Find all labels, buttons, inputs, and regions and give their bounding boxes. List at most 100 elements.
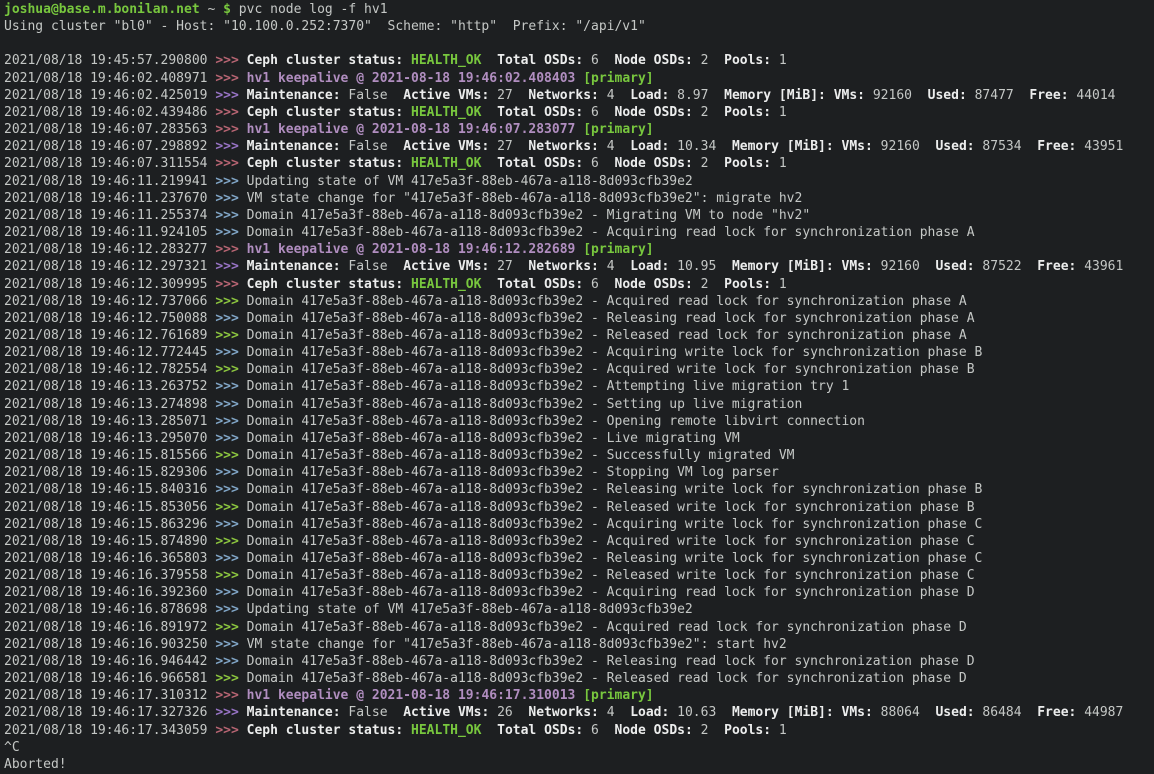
log-text: Node OSDs: bbox=[615, 105, 693, 120]
log-text: Load: bbox=[630, 88, 669, 103]
timestamp: 2021/08/18 19:46:16.365803 bbox=[4, 551, 215, 566]
marker-blue-icon: >>> bbox=[215, 431, 246, 446]
marker-blue-icon: >>> bbox=[215, 414, 246, 429]
log-text: Domain 417e5a3f-88eb-467a-a118-8d093cfb3… bbox=[247, 379, 850, 394]
log-text: Free: bbox=[1029, 88, 1068, 103]
log-text bbox=[403, 723, 411, 738]
timestamp: 2021/08/18 19:46:16.392360 bbox=[4, 585, 215, 600]
log-text: HEALTH_OK bbox=[411, 277, 481, 292]
log-text: Maintenance: bbox=[247, 139, 341, 154]
log-text: Maintenance: bbox=[247, 705, 341, 720]
log-line: 2021/08/18 19:46:07.311554 >>> Ceph clus… bbox=[4, 155, 1154, 172]
timestamp: 2021/08/18 19:46:16.903250 bbox=[4, 637, 215, 652]
log-line: 2021/08/18 19:46:11.219941 >>> Updating … bbox=[4, 173, 1154, 190]
log-line: 2021/08/18 19:46:13.263752 >>> Domain 41… bbox=[4, 378, 1154, 395]
timestamp: 2021/08/18 19:46:16.379558 bbox=[4, 568, 215, 583]
log-text: Total OSDs: bbox=[497, 277, 583, 292]
log-text: 6 bbox=[583, 277, 614, 292]
log-text: 10.63 bbox=[669, 705, 732, 720]
log-line: 2021/08/18 19:46:13.274898 >>> Domain 41… bbox=[4, 396, 1154, 413]
timestamp: 2021/08/18 19:46:13.295070 bbox=[4, 431, 215, 446]
log-text: hv1 keepalive @ 2021-08-18 19:46:07.2830… bbox=[247, 122, 584, 137]
log-line: 2021/08/18 19:46:02.408971 >>> hv1 keepa… bbox=[4, 70, 1154, 87]
timestamp: 2021/08/18 19:46:07.283563 bbox=[4, 122, 215, 137]
log-text: Domain 417e5a3f-88eb-467a-a118-8d093cfb3… bbox=[247, 585, 975, 600]
marker-violet-icon: >>> bbox=[215, 259, 246, 274]
timestamp: 2021/08/18 19:46:12.750088 bbox=[4, 311, 215, 326]
marker-blue-icon: >>> bbox=[215, 225, 246, 240]
marker-blue-icon: >>> bbox=[215, 191, 246, 206]
marker-lime-icon: >>> bbox=[215, 328, 246, 343]
log-line: 2021/08/18 19:46:02.439486 >>> Ceph clus… bbox=[4, 104, 1154, 121]
log-text: VM state change for "417e5a3f-88eb-467a-… bbox=[247, 637, 787, 652]
log-text: 6 bbox=[583, 723, 614, 738]
timestamp: 2021/08/18 19:46:17.327326 bbox=[4, 705, 215, 720]
log-text: 92160 bbox=[873, 259, 936, 274]
log-text: VM state change for "417e5a3f-88eb-467a-… bbox=[247, 191, 803, 206]
log-text: 1 bbox=[771, 156, 787, 171]
log-text: Free: bbox=[1037, 139, 1076, 154]
marker-blue-icon: >>> bbox=[215, 551, 246, 566]
log-text: 92160 bbox=[873, 139, 936, 154]
log-text: 2 bbox=[693, 277, 724, 292]
log-text: Pools: bbox=[724, 105, 771, 120]
marker-violet-icon: >>> bbox=[215, 705, 246, 720]
log-text: Total OSDs: bbox=[497, 156, 583, 171]
log-line: 2021/08/18 19:46:16.946442 >>> Domain 41… bbox=[4, 653, 1154, 670]
log-text: Node OSDs: bbox=[615, 156, 693, 171]
log-text: 4 bbox=[599, 88, 630, 103]
marker-blue-icon: >>> bbox=[215, 345, 246, 360]
marker-pink-icon: >>> bbox=[215, 242, 246, 257]
timestamp: 2021/08/18 19:46:02.439486 bbox=[4, 105, 215, 120]
timestamp: 2021/08/18 19:46:13.285071 bbox=[4, 414, 215, 429]
timestamp: 2021/08/18 19:45:57.290800 bbox=[4, 53, 215, 68]
log-text bbox=[834, 705, 842, 720]
marker-blue-icon: >>> bbox=[215, 637, 246, 652]
timestamp: 2021/08/18 19:46:15.840316 bbox=[4, 482, 215, 497]
timestamp: 2021/08/18 19:46:12.283277 bbox=[4, 242, 215, 257]
timestamp: 2021/08/18 19:46:12.782554 bbox=[4, 362, 215, 377]
prompt-line: joshua@base.m.bonilan.net ~ $ pvc node l… bbox=[4, 1, 1154, 18]
log-text: 2 bbox=[693, 105, 724, 120]
timestamp: 2021/08/18 19:46:16.878698 bbox=[4, 602, 215, 617]
timestamp: 2021/08/18 19:46:16.966581 bbox=[4, 671, 215, 686]
log-line: 2021/08/18 19:46:17.343059 >>> Ceph clus… bbox=[4, 722, 1154, 739]
terminal-screen[interactable]: joshua@base.m.bonilan.net ~ $ pvc node l… bbox=[0, 0, 1154, 774]
log-text: Ceph cluster status: bbox=[247, 105, 404, 120]
marker-blue-icon: >>> bbox=[215, 602, 246, 617]
marker-lime-icon: >>> bbox=[215, 620, 246, 635]
log-text: Free: bbox=[1037, 259, 1076, 274]
log-text: 43951 bbox=[1076, 139, 1123, 154]
timestamp: 2021/08/18 19:46:12.297321 bbox=[4, 259, 215, 274]
log-text: 10.95 bbox=[669, 259, 732, 274]
log-line: 2021/08/18 19:46:07.298892 >>> Maintenan… bbox=[4, 138, 1154, 155]
log-text bbox=[826, 88, 834, 103]
log-text: Updating state of VM 417e5a3f-88eb-467a-… bbox=[247, 602, 693, 617]
marker-pink-icon: >>> bbox=[215, 71, 246, 86]
timestamp: 2021/08/18 19:46:13.274898 bbox=[4, 397, 215, 412]
log-text: 2 bbox=[693, 53, 724, 68]
marker-blue-icon: >>> bbox=[215, 311, 246, 326]
log-text: Free: bbox=[1037, 705, 1076, 720]
timestamp: 2021/08/18 19:46:15.874890 bbox=[4, 534, 215, 549]
log-text: hv1 keepalive @ 2021-08-18 19:46:12.2826… bbox=[247, 242, 584, 257]
log-text: pvc node log -f hv1 bbox=[231, 2, 388, 17]
log-line: 2021/08/18 19:46:12.297321 >>> Maintenan… bbox=[4, 258, 1154, 275]
log-text: Networks: bbox=[528, 88, 598, 103]
log-text: Load: bbox=[630, 705, 669, 720]
log-text: 2 bbox=[693, 156, 724, 171]
log-text: VMs: bbox=[842, 139, 873, 154]
timestamp: 2021/08/18 19:46:02.408971 bbox=[4, 71, 215, 86]
log-text: 27 bbox=[489, 88, 528, 103]
log-text: Pools: bbox=[724, 156, 771, 171]
log-text: Node OSDs: bbox=[615, 723, 693, 738]
log-text: Networks: bbox=[528, 139, 598, 154]
marker-blue-icon: >>> bbox=[215, 517, 246, 532]
log-text: Memory [MiB]: bbox=[732, 705, 834, 720]
marker-lime-icon: >>> bbox=[215, 294, 246, 309]
log-line: 2021/08/18 19:46:15.863296 >>> Domain 41… bbox=[4, 516, 1154, 533]
log-text: Domain 417e5a3f-88eb-467a-a118-8d093cfb3… bbox=[247, 551, 983, 566]
log-text: Domain 417e5a3f-88eb-467a-a118-8d093cfb3… bbox=[247, 431, 740, 446]
log-text: 86484 bbox=[975, 705, 1038, 720]
sigint-line: ^C bbox=[4, 739, 1154, 756]
